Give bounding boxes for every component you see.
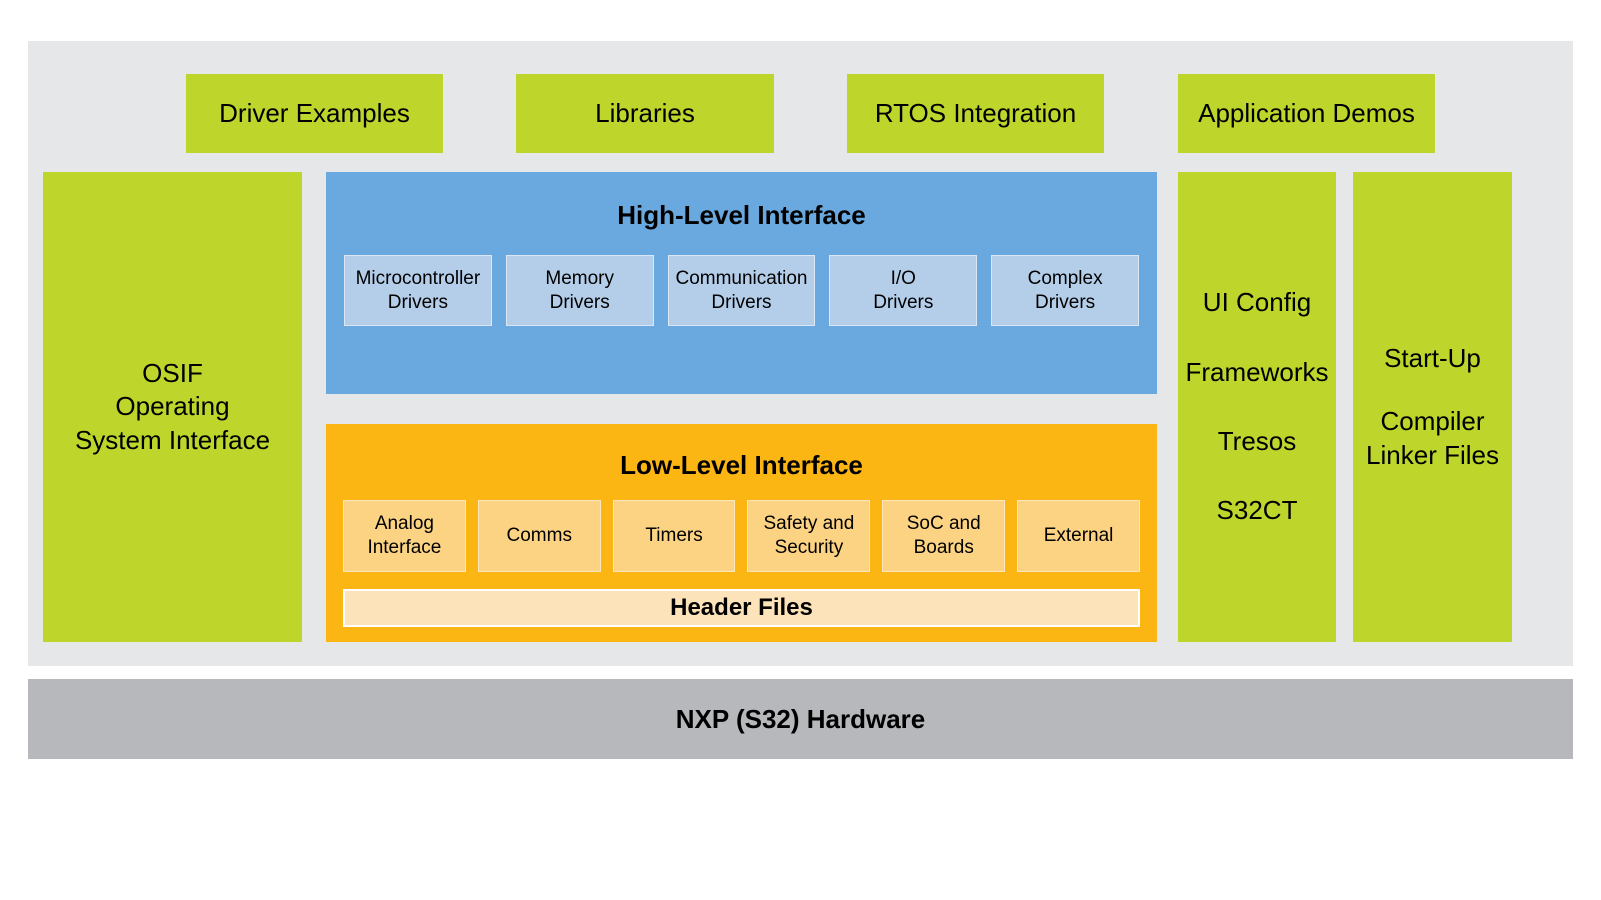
header-files-label: Header Files [670, 594, 813, 621]
block-driver-examples: Driver Examples [186, 74, 443, 153]
module-label: Timers [645, 525, 703, 547]
block-label: Libraries [595, 97, 695, 128]
module-external: External [1017, 500, 1140, 572]
module-label: Safety and Security [763, 512, 854, 560]
module-label-line2: Interface [367, 537, 442, 558]
module-soc-and-boards: SoC and Boards [882, 500, 1006, 572]
low-level-interface-title: Low-Level Interface [620, 450, 863, 480]
driver-label: I/O Drivers [873, 267, 933, 315]
block-label: Application Demos [1198, 97, 1415, 128]
module-label: External [1043, 525, 1114, 547]
driver-label-line2: Drivers [549, 291, 610, 313]
high-level-driver-row: Microcontroller Drivers Memory Drivers C… [344, 255, 1139, 326]
osif-line-1: OSIF [142, 358, 203, 389]
startup-line-compiler: Compiler [1380, 406, 1485, 437]
block-osif: OSIF Operating System Interface [43, 172, 302, 642]
module-comms: Comms [477, 500, 601, 572]
hardware-label: NXP (S32) Hardware [675, 703, 926, 734]
config-line-tresos: Tresos [1217, 426, 1297, 456]
driver-io: I/O Drivers [829, 255, 978, 326]
module-label: SoC and Boards [907, 512, 981, 560]
config-line-ui-config: UI Config [1202, 287, 1312, 318]
osif-line-3: System Interface [74, 424, 271, 455]
module-label-line1: Analog [374, 513, 434, 535]
block-libraries: Libraries [516, 74, 774, 153]
block-header-files: Header Files [343, 589, 1140, 627]
driver-label-line2: Drivers [711, 291, 772, 313]
driver-label-line1: Complex [1027, 267, 1103, 289]
driver-label-line2: Drivers [873, 291, 934, 313]
driver-label-line2: Drivers [387, 291, 448, 313]
module-label-line2: Security [774, 537, 844, 558]
osif-line-2: Operating [115, 391, 230, 422]
driver-label-line2: Drivers [1035, 291, 1096, 313]
module-label-line1: Safety and [763, 513, 855, 535]
module-label: Analog Interface [367, 512, 441, 560]
module-label: Comms [506, 525, 572, 547]
driver-complex: Complex Drivers [991, 255, 1139, 326]
driver-memory: Memory Drivers [505, 255, 654, 326]
block-high-level-interface: High-Level Interface Microcontroller Dri… [326, 172, 1157, 394]
block-label: RTOS Integration [874, 97, 1077, 128]
block-nxp-hardware: NXP (S32) Hardware [28, 679, 1573, 759]
module-safety-and-security: Safety and Security [747, 500, 871, 572]
config-line-s32ct: S32CT [1216, 495, 1298, 526]
module-label-line1: SoC and [906, 513, 981, 535]
driver-label-line1: Communication [675, 267, 808, 289]
driver-microcontroller: Microcontroller Drivers [344, 255, 492, 326]
block-rtos-integration: RTOS Integration [847, 74, 1104, 153]
low-level-module-row: Analog Interface Comms Timers Safety and… [343, 500, 1140, 572]
driver-label: Microcontroller Drivers [356, 267, 481, 315]
driver-label: Memory Drivers [545, 267, 614, 315]
driver-label: Complex Drivers [1028, 267, 1103, 315]
block-startup-and-build-files: Start-Up Compiler Linker Files [1353, 172, 1512, 642]
block-label: Driver Examples [219, 97, 410, 128]
block-application-demos: Application Demos [1178, 74, 1435, 153]
driver-label-line1: Memory [545, 267, 614, 289]
startup-line-start-up: Start-Up [1384, 343, 1481, 374]
module-timers: Timers [612, 500, 736, 572]
driver-label-line1: I/O [890, 267, 916, 289]
driver-communication: Communication Drivers [667, 255, 816, 326]
driver-label-line1: Microcontroller [355, 267, 481, 289]
diagram-canvas: Driver Examples Libraries RTOS Integrati… [0, 0, 1601, 900]
driver-label: Communication Drivers [675, 267, 807, 315]
block-low-level-interface: Low-Level Interface Analog Interface Com… [326, 424, 1157, 642]
module-label-line2: Boards [913, 537, 974, 558]
high-level-interface-title: High-Level Interface [617, 200, 866, 230]
block-configuration-tools: UI Config Frameworks Tresos S32CT [1178, 172, 1336, 642]
startup-line-linker-files: Linker Files [1366, 439, 1499, 470]
config-line-frameworks: Frameworks [1185, 356, 1329, 387]
module-analog-interface: Analog Interface [343, 500, 466, 572]
